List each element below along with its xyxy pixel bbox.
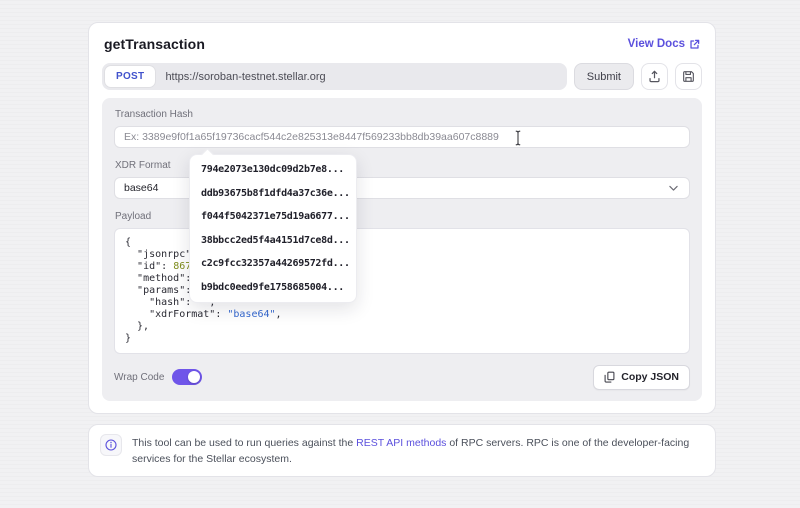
submit-button[interactable]: Submit	[573, 63, 634, 90]
page-title: getTransaction	[104, 36, 205, 52]
view-docs-label: View Docs	[627, 38, 685, 50]
hash-suggestion-item[interactable]: b9bdc0eed9fe1758685004...	[190, 276, 356, 300]
rpc-explorer-page: { "header": { "title": "getTransaction",…	[0, 0, 800, 508]
hash-suggestion-item[interactable]: 38bbcc2ed5f4a4151d7ce8d...	[190, 229, 356, 253]
share-button[interactable]	[641, 63, 668, 90]
payload-code-line: "xdrFormat": "base64",	[149, 309, 282, 320]
info-icon-badge	[100, 434, 122, 456]
rest-api-methods-link[interactable]: REST API methods	[356, 437, 446, 449]
copy-icon	[604, 371, 615, 383]
panel-footer: Wrap Code Copy JSON	[114, 364, 690, 390]
method-card: getTransaction View Docs POST Submit	[88, 22, 716, 414]
hash-suggestion-item[interactable]: ddb93675b8f1dfd4a37c36e...	[190, 182, 356, 206]
transaction-hash-field	[114, 126, 690, 148]
hash-suggestions-popup: 794e2073e130dc09d2b7e8... ddb93675b8f1dfd…	[189, 154, 357, 303]
copy-json-label: Copy JSON	[621, 371, 679, 383]
request-bar: POST Submit	[102, 63, 702, 90]
transaction-hash-label: Transaction Hash	[115, 109, 193, 120]
view-docs-link[interactable]: View Docs	[628, 38, 700, 50]
hash-suggestion-item[interactable]: f044f5042371e75d19a6677...	[190, 205, 356, 229]
wrap-code-toggle[interactable]	[172, 369, 203, 385]
info-icon	[105, 439, 117, 451]
external-link-icon	[689, 39, 700, 50]
hash-suggestion-item[interactable]: 794e2073e130dc09d2b7e8...	[190, 158, 356, 182]
endpoint-url-input[interactable]	[165, 70, 564, 83]
copy-json-button[interactable]: Copy JSON	[593, 364, 690, 390]
http-method-badge: POST	[105, 66, 156, 87]
info-note-card: This tool can be used to run queries aga…	[88, 424, 716, 477]
toggle-knob	[188, 371, 201, 383]
share-icon	[648, 70, 661, 83]
text-cursor-icon	[514, 130, 522, 146]
info-text-before: This tool can be used to run queries aga…	[132, 437, 357, 449]
transaction-hash-input[interactable]	[115, 131, 689, 143]
save-icon	[682, 70, 695, 83]
chevron-down-icon	[669, 185, 678, 192]
endpoint-field[interactable]: POST	[102, 63, 567, 90]
info-note-text: This tool can be used to run queries aga…	[132, 434, 704, 467]
xdr-format-value: base64	[124, 182, 159, 194]
hash-suggestion-item[interactable]: c2c9fcc32357a44269572fd...	[190, 252, 356, 276]
save-button[interactable]	[675, 63, 702, 90]
payload-code-line: }	[125, 333, 132, 344]
payload-code-line: },	[125, 321, 150, 332]
card-header: getTransaction View Docs	[104, 35, 700, 53]
wrap-code-label: Wrap Code	[114, 371, 165, 383]
